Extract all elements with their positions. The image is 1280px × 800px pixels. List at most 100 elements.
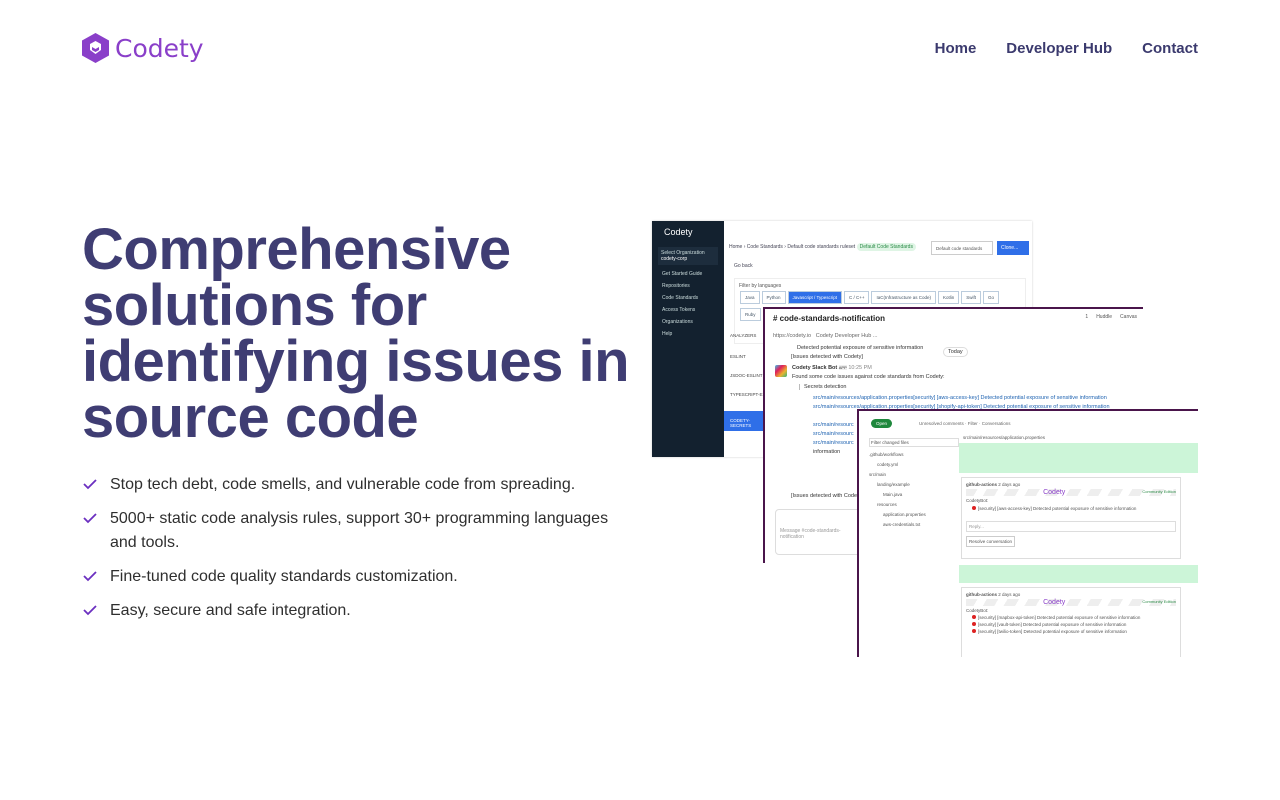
standards-select: Default code standards [931, 241, 993, 255]
message-composer: Message #code-standards-notification [775, 509, 865, 555]
file: Main.java [883, 492, 903, 497]
edition: Community Edition [1142, 599, 1176, 604]
main-nav: Home Developer Hub Contact [935, 40, 1198, 57]
resolve-button: Resolve conversation [966, 536, 1016, 547]
menu-item: Organizations [662, 319, 693, 325]
bot-name: Codety Slack Bot [792, 365, 838, 371]
folder: landing/example [877, 482, 910, 487]
codety-logo-icon [82, 33, 109, 63]
file-filter: Filter changed files [869, 438, 959, 447]
reply-input: Reply... [966, 521, 1176, 532]
huddle: Huddle [1096, 314, 1113, 320]
issue-line: src/main/resourc [813, 440, 854, 446]
issue-line: src/main/resources/application.propertie… [813, 395, 1107, 401]
members: 1 [1085, 314, 1089, 320]
analyzer: JSDOC-ESLINT [730, 373, 763, 378]
codety-banner: Codety Community Edition [966, 489, 1176, 496]
banner-brand: Codety [1043, 489, 1066, 496]
folder: .github/workflows [869, 452, 904, 457]
lang-chip: Python [761, 291, 786, 304]
filter-label: Filter by languages [739, 283, 782, 289]
msg: [Issues detected with Codety] [791, 493, 863, 499]
analyzer: ESLINT [730, 354, 746, 359]
msg: Detected potential exposure of sensitive… [797, 345, 924, 351]
org-selector: Select Organization codety-corp [658, 247, 718, 265]
feature-text: Fine-tuned code quality standards custom… [110, 568, 458, 585]
issue: [security] [mapbox-api-token] Detected p… [978, 615, 1141, 620]
bot-comment: github-actions 2 days ago Codety Communi… [961, 587, 1181, 657]
msg: information [813, 449, 841, 455]
feature-text: Stop tech debt, code smells, and vulnera… [110, 476, 576, 493]
analyzers-label: ANALYZERS [730, 333, 757, 338]
today-divider: Today [943, 347, 968, 357]
folder: resources [877, 502, 897, 507]
diff-block [959, 565, 1198, 583]
app-sidebar: Codety Select Organization codety-corp Ge… [652, 221, 724, 457]
default-badge: Default Code Standards [856, 243, 916, 251]
bookmark: Codety Developer Hub ... [815, 333, 878, 339]
comment-time: 2 days ago [998, 482, 1021, 487]
codety-banner: Codety Community Edition [966, 599, 1176, 606]
clone-button: Clone... [997, 241, 1029, 255]
github-pr-screenshot: Open Unresolved comments · Filter · Conv… [857, 409, 1198, 657]
issue: [security] [aws-access-key] Detected pot… [978, 506, 1137, 511]
menu-item: Help [662, 331, 673, 337]
lang-chip: Swift [961, 291, 982, 304]
check-icon [83, 513, 97, 524]
nav-developer-hub[interactable]: Developer Hub [1006, 40, 1112, 57]
comment-user: github-actions [966, 592, 997, 597]
analyzer-active: CODETY-SECRETS [724, 411, 764, 431]
lang-chip: C / C++ [843, 291, 870, 304]
bot-comment: github-actions 2 days ago Codety Communi… [961, 477, 1181, 559]
lang-chip: Go [983, 291, 1000, 304]
menu-item: Code Standards [662, 295, 699, 301]
breadcrumb-text: Home › Code Standards › Default code sta… [729, 244, 856, 250]
check-icon [83, 605, 97, 616]
canvas: Canvas [1120, 314, 1137, 320]
time: 10:25 PM [848, 365, 872, 371]
go-back: Go back [734, 263, 753, 269]
bot-name: CodetyBot: [966, 498, 989, 503]
file-tree: Filter changed files .github/workflows c… [869, 433, 959, 532]
comment-time: 2 days ago [998, 592, 1021, 597]
logo[interactable]: Codety [82, 33, 204, 63]
lang-chip: Java [740, 291, 760, 304]
banner-brand: Codety [1043, 599, 1066, 606]
msg: Found some code issues against code stan… [792, 374, 945, 380]
lang-chip: Kotlin [938, 291, 960, 304]
nav-home[interactable]: Home [935, 40, 977, 57]
feature-item: 5000+ static code analysis rules, suppor… [82, 507, 622, 555]
app-logo: Codety [664, 227, 693, 237]
feature-text: 5000+ static code analysis rules, suppor… [110, 510, 609, 551]
comment-user: github-actions [966, 482, 997, 487]
feature-text: Easy, secure and safe integration. [110, 602, 351, 619]
issue: [security] [twilio-token] Detected poten… [978, 629, 1127, 634]
app-tag: APP [838, 365, 847, 370]
pr-toolbar: Unresolved comments · Filter · Conversat… [919, 421, 1011, 426]
lang-chip: Javascript / Typescript [787, 291, 842, 304]
lang-chip: Ruby [740, 308, 761, 321]
lang-chip: IaC(Infrastructure as Code) [871, 291, 937, 304]
file: codety.yml [877, 462, 899, 467]
logo-text: Codety [115, 33, 204, 63]
org-value: codety-corp [661, 256, 688, 262]
issue-line: src/main/resourc [813, 422, 854, 428]
feature-item: Easy, secure and safe integration. [82, 599, 622, 623]
slack-bot-avatar [775, 365, 787, 377]
nav-contact[interactable]: Contact [1142, 40, 1198, 57]
app-breadcrumb: Home › Code Standards › Default code sta… [729, 243, 916, 251]
check-icon [83, 571, 97, 582]
pr-state-badge: Open [871, 419, 893, 428]
hero-title: Comprehensive solutions for identifying … [82, 217, 630, 450]
folder: src/main [869, 472, 887, 477]
diff-block [959, 443, 1198, 473]
slack-header-actions: 1 Huddle Canvas [1085, 314, 1137, 320]
bot-name: CodetyBot: [966, 608, 989, 613]
feature-item: Stop tech debt, code smells, and vulnera… [82, 473, 622, 497]
bookmarks: https://codety.io Codety Developer Hub .… [773, 333, 877, 339]
bookmark: https://codety.io [773, 333, 812, 339]
file: aws-credentials.txt [883, 522, 921, 527]
check-icon [83, 479, 97, 490]
edition: Community Edition [1142, 489, 1176, 494]
msg: [Issues detected with Codety] [791, 354, 863, 360]
